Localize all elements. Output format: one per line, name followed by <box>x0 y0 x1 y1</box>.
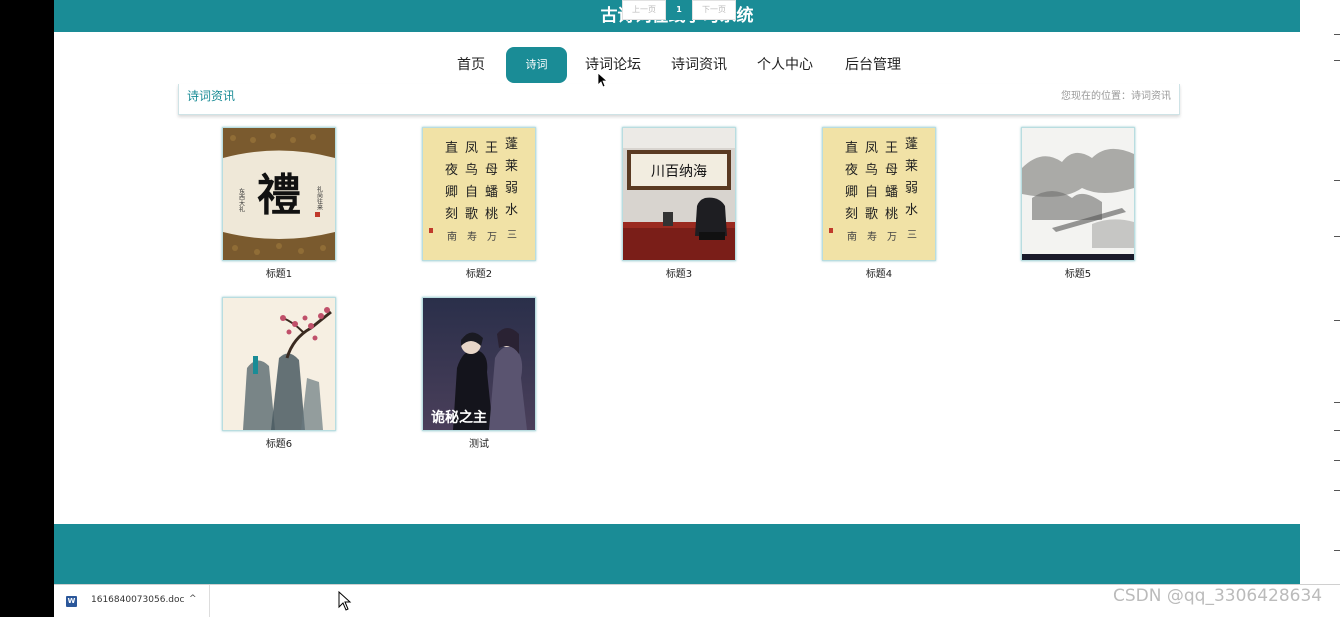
word-doc-icon: W <box>66 596 77 607</box>
section-title: 诗词资讯 <box>187 89 236 103</box>
svg-text:禮: 禮 <box>257 170 301 221</box>
nav-item-admin[interactable]: 后台管理 <box>840 47 906 83</box>
svg-text:王: 王 <box>885 141 898 156</box>
download-file-name[interactable]: 1616840073056.doc <box>91 595 184 605</box>
svg-text:川百纳海: 川百纳海 <box>651 164 707 180</box>
svg-text:鸟: 鸟 <box>465 162 478 178</box>
poem-thumbnail[interactable] <box>222 297 336 431</box>
svg-text:寿: 寿 <box>467 230 477 243</box>
svg-text:刻: 刻 <box>445 207 458 222</box>
poem-thumbnail[interactable]: 诡秘之主 <box>422 297 536 431</box>
page: 古诗词在线学习系统 首页 诗词 诗词论坛 诗词资讯 个人中心 后台管理 诗词资讯… <box>54 0 1300 584</box>
svg-text:蟠: 蟠 <box>485 185 498 200</box>
poem-card[interactable]: 标题6 <box>222 297 336 450</box>
svg-text:水: 水 <box>505 203 518 218</box>
svg-text:蟠: 蟠 <box>885 185 898 200</box>
svg-text:卿: 卿 <box>445 185 458 200</box>
svg-text:夜: 夜 <box>445 163 458 178</box>
svg-text:凤: 凤 <box>865 141 878 156</box>
page-1-button[interactable]: 1 <box>666 0 692 20</box>
svg-text:刻: 刻 <box>845 207 858 222</box>
poem-card[interactable]: 川百纳海 标题3 <box>622 127 736 280</box>
svg-text:自: 自 <box>465 185 478 200</box>
svg-text:万: 万 <box>887 232 897 243</box>
svg-text:鸟: 鸟 <box>865 162 878 178</box>
poem-card-caption[interactable]: 标题4 <box>822 265 936 280</box>
poem-card[interactable]: 蓬莱弱水 王母蟠桃 凤鸟自歌 直夜卿刻 三万寿南 标题4 <box>822 127 936 280</box>
poem-card[interactable]: 禮 东西大礼 礼尚往来 标题1 <box>222 127 336 280</box>
poem-thumbnail[interactable] <box>1021 127 1135 261</box>
svg-text:王: 王 <box>485 141 498 156</box>
svg-text:弱: 弱 <box>505 181 518 196</box>
svg-text:水: 水 <box>905 203 918 218</box>
poem-card[interactable]: 标题5 <box>1021 127 1135 280</box>
svg-text:莱: 莱 <box>505 159 518 174</box>
svg-text:弱: 弱 <box>905 181 918 196</box>
svg-text:桃: 桃 <box>885 207 898 222</box>
svg-text:南: 南 <box>447 230 457 243</box>
svg-text:三: 三 <box>507 230 517 241</box>
poem-card-caption[interactable]: 标题1 <box>222 265 336 280</box>
mouse-cursor-icon <box>598 73 608 88</box>
download-item[interactable]: W 1616840073056.doc ^ <box>54 585 210 617</box>
section-header: 诗词资讯 您现在的位置：诗词资讯 <box>178 84 1180 115</box>
prev-page-button[interactable]: 上一页 <box>622 0 666 20</box>
poem-thumbnail[interactable]: 蓬莱弱水 王母蟠桃 凤鸟自歌 直夜卿刻 三万寿南 <box>422 127 536 261</box>
svg-text:凤: 凤 <box>465 141 478 156</box>
svg-text:母: 母 <box>885 163 898 178</box>
next-page-button[interactable]: 下一页 <box>692 0 736 20</box>
svg-text:三: 三 <box>907 230 917 241</box>
watermark: CSDN @qq_3306428634 <box>1113 586 1323 606</box>
svg-text:直: 直 <box>845 141 858 156</box>
poem-card[interactable]: 诡秘之主 测试 <box>422 297 536 450</box>
poem-card-caption[interactable]: 标题2 <box>422 265 536 280</box>
poem-card-caption[interactable]: 标题6 <box>222 435 336 450</box>
svg-text:歌: 歌 <box>865 207 878 222</box>
poem-thumbnail[interactable]: 禮 东西大礼 礼尚往来 <box>222 127 336 261</box>
nav-item-news[interactable]: 诗词资讯 <box>666 47 732 83</box>
svg-text:自: 自 <box>865 185 878 200</box>
svg-text:歌: 歌 <box>465 207 478 222</box>
svg-text:桃: 桃 <box>485 207 498 222</box>
svg-text:礼尚往来: 礼尚往来 <box>316 185 323 211</box>
chevron-up-icon[interactable]: ^ <box>189 594 197 604</box>
svg-text:南: 南 <box>847 230 857 243</box>
svg-text:万: 万 <box>487 232 497 243</box>
nav-item-profile[interactable]: 个人中心 <box>752 47 818 83</box>
cover-title-text: 诡秘之主 <box>431 409 487 426</box>
breadcrumb[interactable]: 您现在的位置：诗词资讯 <box>1061 87 1171 102</box>
svg-text:母: 母 <box>485 163 498 178</box>
main-nav: 首页 诗词 诗词论坛 诗词资讯 个人中心 后台管理 <box>54 47 1300 83</box>
svg-text:莱: 莱 <box>905 159 918 174</box>
poem-card-caption[interactable]: 测试 <box>422 435 536 450</box>
nav-item-forum[interactable]: 诗词论坛 <box>580 47 646 83</box>
poem-card-caption[interactable]: 标题5 <box>1021 265 1135 280</box>
svg-text:卿: 卿 <box>845 185 858 200</box>
nav-item-home[interactable]: 首页 <box>450 47 492 83</box>
nav-item-poems[interactable]: 诗词 <box>506 47 567 83</box>
background-window-edge <box>1300 0 1340 584</box>
mouse-cursor-icon <box>338 591 352 611</box>
svg-text:寿: 寿 <box>867 230 877 243</box>
svg-text:蓬: 蓬 <box>905 137 918 152</box>
svg-text:蓬: 蓬 <box>505 137 518 152</box>
poem-thumbnail[interactable]: 川百纳海 <box>622 127 736 261</box>
poem-thumbnail[interactable]: 蓬莱弱水 王母蟠桃 凤鸟自歌 直夜卿刻 三万寿南 <box>822 127 936 261</box>
footer <box>54 524 1300 584</box>
svg-text:直: 直 <box>445 141 458 156</box>
svg-text:东西大礼: 东西大礼 <box>238 187 245 213</box>
svg-text:夜: 夜 <box>845 163 858 178</box>
poem-card[interactable]: 蓬莱弱水 王母蟠桃 凤鸟自歌 直夜卿刻 三万寿南 标题2 <box>422 127 536 280</box>
poem-card-caption[interactable]: 标题3 <box>622 265 736 280</box>
